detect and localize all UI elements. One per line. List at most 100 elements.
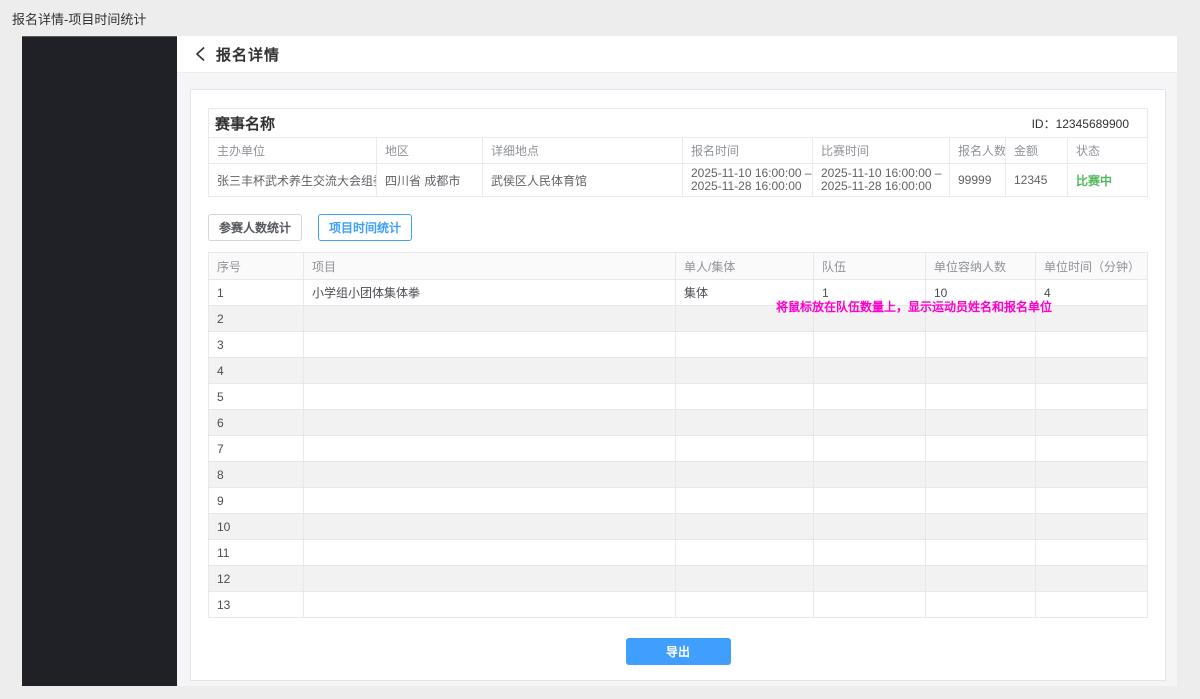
cell-teams <box>814 410 926 436</box>
cell-no: 5 <box>209 384 304 410</box>
cell-type: 集体 <box>676 280 814 306</box>
cell-organizer: 张三丰杯武术养生交流大会组委会 <box>209 164 377 197</box>
cell-project <box>304 384 676 410</box>
table-row: 12 <box>209 566 1148 592</box>
page-title: 报名详情 <box>216 44 280 65</box>
cell-signup-count: 99999 <box>950 164 1006 197</box>
cell-capacity <box>926 384 1036 410</box>
cell-type <box>676 332 814 358</box>
cell-capacity <box>926 566 1036 592</box>
cell-type <box>676 410 814 436</box>
cell-project <box>304 566 676 592</box>
cell-minutes <box>1036 514 1148 540</box>
event-info-row: 张三丰杯武术养生交流大会组委会 四川省 成都市 武侯区人民体育馆 2025-11… <box>209 164 1148 197</box>
col-signup-count: 报名人数 <box>950 138 1006 164</box>
cell-teams <box>814 592 926 618</box>
table-row: 9 <box>209 488 1148 514</box>
main-area: 报名详情 赛事名称 ID：12345689900 <box>177 36 1177 686</box>
cell-minutes <box>1036 488 1148 514</box>
cell-project <box>304 488 676 514</box>
cell-type <box>676 566 814 592</box>
cell-minutes <box>1036 592 1148 618</box>
cell-status: 比赛中 <box>1068 164 1148 197</box>
cell-no: 2 <box>209 306 304 332</box>
table-row: 11 <box>209 540 1148 566</box>
col-capacity: 单位容纳人数 <box>926 253 1036 280</box>
window-title: 报名详情-项目时间统计 <box>0 0 1200 36</box>
main-header: 报名详情 <box>177 36 1177 73</box>
cell-type <box>676 436 814 462</box>
status-badge: 比赛中 <box>1076 174 1112 188</box>
cell-project <box>304 462 676 488</box>
col-match-time: 比赛时间 <box>813 138 950 164</box>
export-button[interactable]: 导出 <box>626 638 731 665</box>
table-row: 6 <box>209 410 1148 436</box>
cell-capacity <box>926 488 1036 514</box>
cell-minutes <box>1036 436 1148 462</box>
event-id: ID：12345689900 <box>1032 115 1129 132</box>
cell-minutes <box>1036 332 1148 358</box>
main-body: 赛事名称 ID：12345689900 主办单位 地区 详细地点 <box>177 73 1177 694</box>
tab-participant-count[interactable]: 参赛人数统计 <box>208 214 302 241</box>
table-row: 8 <box>209 462 1148 488</box>
cell-teams <box>814 566 926 592</box>
col-index: 序号 <box>209 253 304 280</box>
cell-no: 8 <box>209 462 304 488</box>
back-button[interactable]: 报名详情 <box>195 44 280 65</box>
cell-no: 4 <box>209 358 304 384</box>
cell-teams <box>814 540 926 566</box>
project-time-table-wrap: 序号 项目 单人/集体 队伍 单位容纳人数 单位时间（分钟） 1小学组小团体集体… <box>208 252 1148 618</box>
col-region: 地区 <box>377 138 483 164</box>
cell-minutes <box>1036 384 1148 410</box>
cell-no: 1 <box>209 280 304 306</box>
cell-type <box>676 488 814 514</box>
cell-venue: 武侯区人民体育馆 <box>483 164 683 197</box>
cell-teams[interactable]: 1 <box>814 280 926 306</box>
event-info-table: 主办单位 地区 详细地点 报名时间 比赛时间 报名人数 金额 状态 <box>208 137 1148 197</box>
cell-minutes <box>1036 462 1148 488</box>
cell-amount: 12345 <box>1006 164 1068 197</box>
cell-teams <box>814 436 926 462</box>
cell-capacity <box>926 306 1036 332</box>
cell-teams <box>814 488 926 514</box>
cell-project <box>304 358 676 384</box>
tab-project-time[interactable]: 项目时间统计 <box>318 214 412 241</box>
cell-no: 7 <box>209 436 304 462</box>
export-row: 导出 <box>208 638 1148 665</box>
cell-minutes <box>1036 540 1148 566</box>
cell-project <box>304 592 676 618</box>
cell-teams <box>814 332 926 358</box>
cell-no: 13 <box>209 592 304 618</box>
col-type: 单人/集体 <box>676 253 814 280</box>
cell-teams <box>814 306 926 332</box>
cell-capacity <box>926 358 1036 384</box>
cell-no: 11 <box>209 540 304 566</box>
col-venue: 详细地点 <box>483 138 683 164</box>
cell-type <box>676 384 814 410</box>
cell-capacity <box>926 540 1036 566</box>
cell-project <box>304 306 676 332</box>
table-row: 13 <box>209 592 1148 618</box>
cell-no: 10 <box>209 514 304 540</box>
cell-capacity: 10 <box>926 280 1036 306</box>
col-amount: 金额 <box>1006 138 1068 164</box>
cell-minutes <box>1036 306 1148 332</box>
col-organizer: 主办单位 <box>209 138 377 164</box>
stat-tabs: 参赛人数统计 项目时间统计 <box>208 214 1148 241</box>
table-row: 3 <box>209 332 1148 358</box>
cell-minutes: 4 <box>1036 280 1148 306</box>
event-card: 赛事名称 ID：12345689900 主办单位 地区 详细地点 <box>208 108 1148 197</box>
col-project: 项目 <box>304 253 676 280</box>
cell-no: 12 <box>209 566 304 592</box>
cell-no: 9 <box>209 488 304 514</box>
project-table-body: 1小学组小团体集体拳集体11042345678910111213 <box>209 280 1148 618</box>
cell-no: 6 <box>209 410 304 436</box>
col-teams: 队伍 <box>814 253 926 280</box>
cell-teams <box>814 462 926 488</box>
table-row: 2 <box>209 306 1148 332</box>
cell-capacity <box>926 592 1036 618</box>
cell-region: 四川省 成都市 <box>377 164 483 197</box>
cell-type <box>676 592 814 618</box>
event-card-header: 赛事名称 ID：12345689900 <box>208 108 1148 137</box>
chevron-left-icon <box>195 46 206 62</box>
